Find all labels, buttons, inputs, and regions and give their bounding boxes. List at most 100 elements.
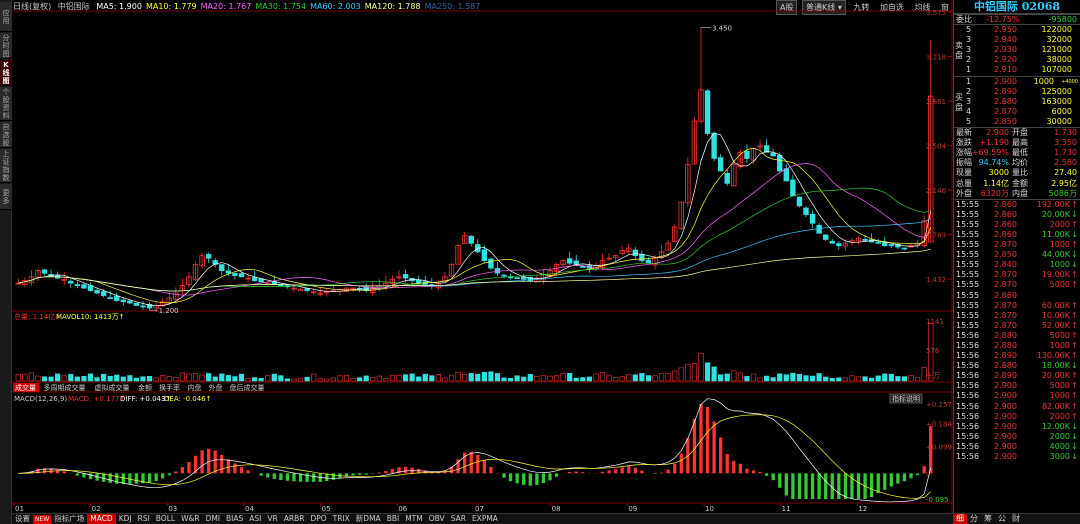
- bottom-tab-17[interactable]: MTM: [402, 514, 426, 524]
- volume-bar: [652, 375, 658, 382]
- bottom-tab-13[interactable]: DPO: [307, 514, 329, 524]
- candle-body: [580, 266, 586, 268]
- arrow-up-icon: ↑: [1071, 330, 1078, 340]
- volume-bar: [764, 375, 770, 382]
- indicator-tab-0[interactable]: 成交量: [15, 383, 36, 392]
- candle-body: [711, 132, 717, 159]
- bottom-tab-19[interactable]: SAR: [448, 514, 469, 524]
- volume-bar: [101, 373, 107, 382]
- quote-tab-0[interactable]: 细: [953, 514, 967, 524]
- indicator-tab-5[interactable]: 内盘: [188, 383, 202, 392]
- left-tab-6[interactable]: 更多: [0, 184, 12, 210]
- bottom-tab-8[interactable]: DMI: [203, 514, 223, 524]
- bottom-tab-9[interactable]: BIAS: [223, 514, 246, 524]
- bottom-tab-15[interactable]: 新DMA: [353, 514, 384, 524]
- quote-tab-2[interactable]: 筹: [981, 514, 995, 524]
- candle-body: [836, 243, 842, 247]
- candles: [15, 27, 934, 313]
- ask-level: 5: [966, 25, 972, 35]
- candle-body: [133, 302, 140, 306]
- volume-bar: [553, 375, 560, 382]
- volume-bar: [166, 376, 172, 382]
- bottom-tab-14[interactable]: TRIX: [330, 514, 353, 524]
- quote-row: 15:55 2.870 10.00K ↑: [954, 311, 1080, 321]
- left-tab-5[interactable]: 上证指数: [0, 149, 12, 183]
- left-tab-1[interactable]: 分时图: [0, 33, 12, 59]
- tick-volume: 20.00K: [1041, 209, 1070, 219]
- bottom-tab-18[interactable]: OBV: [426, 514, 448, 524]
- quote-row: 15:55 2.860: [954, 291, 1080, 301]
- tick-time: 15:55: [956, 300, 980, 310]
- left-tab-4[interactable]: 自选股: [0, 122, 12, 148]
- volume-bar: [724, 373, 730, 382]
- left-tab-3[interactable]: 个股资料: [0, 87, 12, 121]
- volume-bar: [317, 378, 323, 382]
- volume-bar: [416, 376, 422, 382]
- volume-bar: [304, 376, 310, 382]
- tick-price: 2.870: [994, 320, 1017, 330]
- bottom-tab-11[interactable]: VR: [264, 514, 280, 524]
- bid-level: 4: [966, 106, 972, 116]
- tick-volume: 12.00K: [1041, 421, 1070, 431]
- volume-bar: [173, 377, 179, 382]
- ma-line-120: [18, 248, 931, 292]
- tick-volume: 130.00K: [1036, 351, 1070, 361]
- quote-tab-3[interactable]: 公: [995, 514, 1009, 524]
- indicator-tab-2[interactable]: 虚拟成交量: [95, 383, 130, 392]
- bottom-tab-10[interactable]: ASI: [246, 514, 264, 524]
- tick-volume: 3000: [1049, 452, 1070, 462]
- tick-volume: 2000: [1049, 411, 1070, 421]
- tick-price: 2.900: [994, 411, 1017, 421]
- tick-price: 2.880: [994, 341, 1017, 350]
- bottom-tab-1[interactable]: NEW: [33, 515, 52, 524]
- indicator-tab-3[interactable]: 金额: [138, 383, 152, 392]
- stat-label: 最低: [1012, 148, 1028, 158]
- bid-price: 2.890: [994, 86, 1017, 96]
- bottom-tab-7[interactable]: W&R: [178, 514, 202, 524]
- volume-bar: [146, 375, 153, 382]
- tick-volume: 44.00K: [1041, 250, 1070, 260]
- month-label: 07: [475, 505, 484, 513]
- bottom-tab-4[interactable]: KDJ: [116, 514, 135, 524]
- quote-tab-1[interactable]: 分: [967, 514, 981, 524]
- volume-bar: [901, 376, 908, 382]
- bottom-tab-0[interactable]: 设置: [12, 514, 33, 524]
- tick-volume: 4000: [1049, 441, 1070, 451]
- volume-bar: [613, 377, 619, 382]
- indicator-tab-6[interactable]: 外盘: [209, 383, 223, 392]
- volume-bar: [639, 373, 645, 382]
- stat-label: 外盘: [956, 188, 972, 198]
- volume-bar: [265, 374, 271, 382]
- volume-bar: [370, 377, 376, 382]
- left-tab-0[interactable]: 应用: [0, 2, 12, 32]
- candle-body: [100, 291, 107, 296]
- tick-price: 2.860: [994, 219, 1017, 229]
- volume-bar: [914, 377, 921, 382]
- volume-bar: [750, 373, 757, 382]
- candle-body: [127, 300, 133, 304]
- tick-volume: 60.00K: [1041, 300, 1070, 310]
- indicator-tab-1[interactable]: 多周期成交量: [44, 383, 86, 392]
- quote-tab-4[interactable]: 财: [1009, 514, 1023, 524]
- bottom-tab-16[interactable]: BBI: [384, 514, 403, 524]
- tick-time: 15:56: [956, 441, 980, 451]
- macd-header-value: MACD(12,26,9): [14, 395, 67, 403]
- quote-row: 15:55 2.870 52.00K ↑: [954, 321, 1080, 331]
- bottom-tab-5[interactable]: RSI: [135, 514, 153, 524]
- month-label: 04: [245, 505, 254, 513]
- left-tab-2[interactable]: K线图: [0, 60, 12, 86]
- volume-bar: [593, 373, 599, 382]
- stat-label: 金额: [1012, 178, 1028, 188]
- bottom-tab-3[interactable]: MACD: [87, 514, 116, 524]
- volume-bar: [251, 377, 258, 382]
- volume-bar: [691, 363, 698, 382]
- indicator-tab-7[interactable]: 盘后成交量: [230, 383, 265, 392]
- bottom-tab-12[interactable]: ARBR: [281, 514, 308, 524]
- quote-row: 外盘 6320万 内盘 5086万: [954, 189, 1080, 199]
- stock-chart-canvas[interactable]: 3.575 3.218 2.861 2.504 2.146 1.789 1.432 3.450…: [12, 0, 953, 513]
- bottom-tab-2[interactable]: 指标广场: [51, 514, 87, 524]
- bottom-tab-20[interactable]: EXPMA: [469, 514, 501, 524]
- stat-label: 内盘: [1012, 188, 1028, 198]
- indicator-tab-4[interactable]: 换手率: [159, 383, 180, 392]
- bottom-tab-6[interactable]: BOLL: [153, 514, 178, 524]
